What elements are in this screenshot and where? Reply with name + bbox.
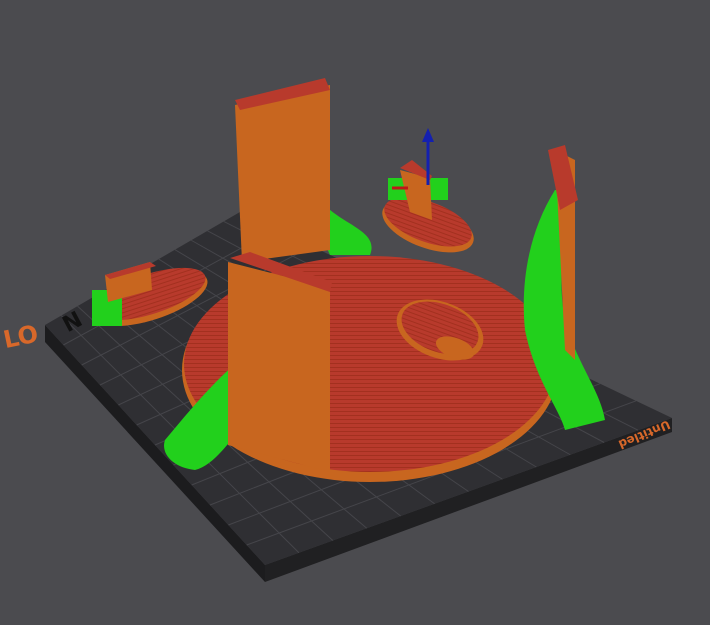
front-wall (228, 252, 332, 472)
tall-wall-back (235, 78, 372, 262)
scene[interactable]: LO N Untitled (0, 0, 710, 625)
3d-viewport[interactable]: LO N Untitled (0, 0, 710, 625)
side-label: LO (1, 319, 41, 354)
